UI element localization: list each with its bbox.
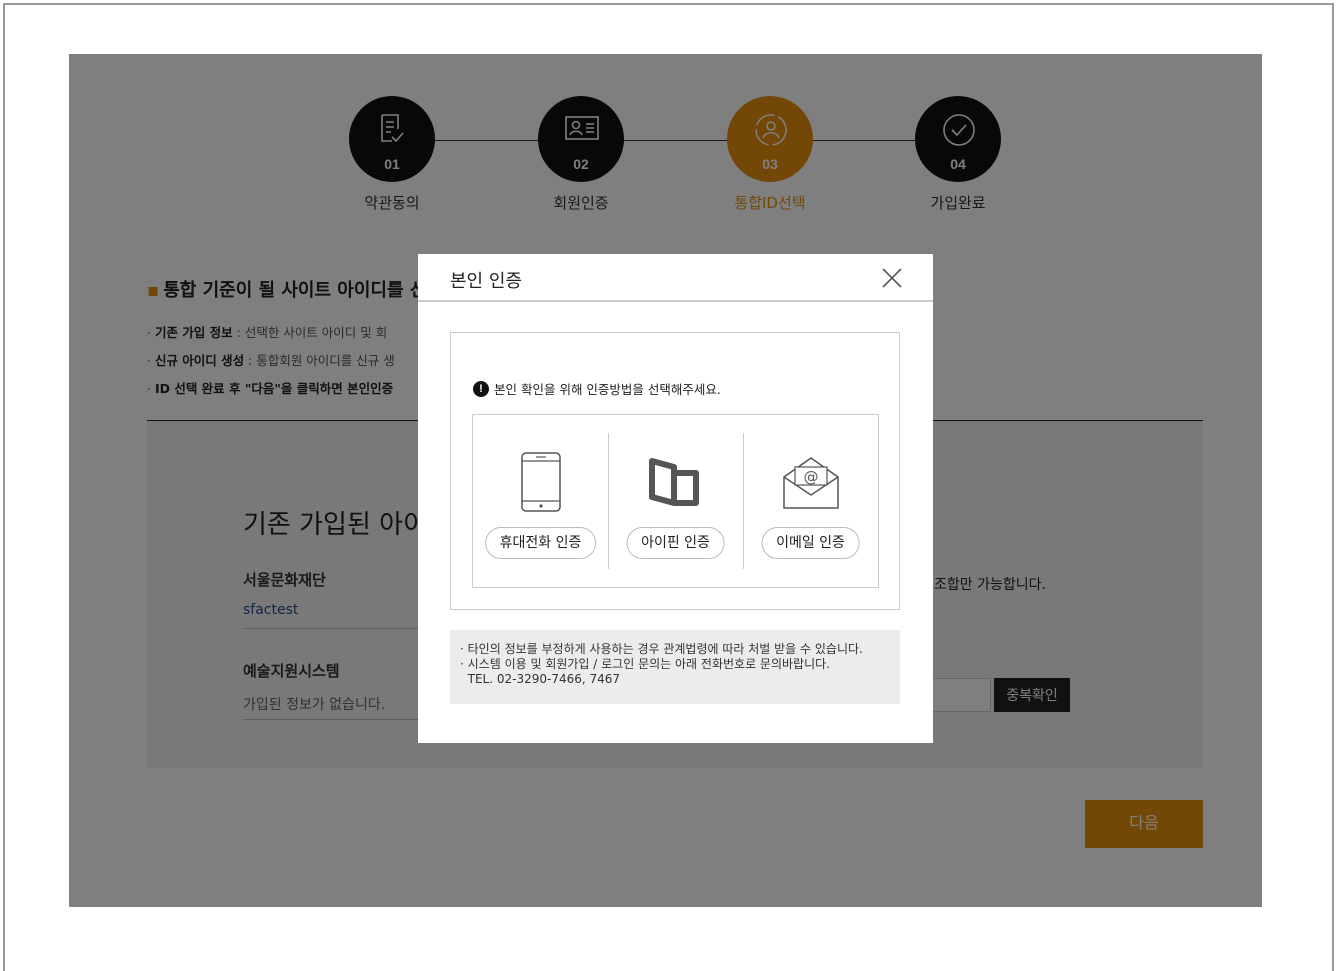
- verification-methods: 휴대전화 인증 아이핀 인증 @ 이메일 인증: [472, 414, 879, 588]
- modal-title: 본인 인증: [450, 271, 522, 292]
- method-phone: 휴대전화 인증: [473, 415, 608, 587]
- phone-auth-button[interactable]: 휴대전화 인증: [484, 527, 597, 559]
- notice-text: 본인 확인을 위해 인증방법을 선택해주세요.: [494, 382, 721, 397]
- mobile-phone-icon: [520, 452, 561, 512]
- email-auth-button[interactable]: 이메일 인증: [761, 527, 860, 559]
- close-icon[interactable]: [881, 267, 903, 289]
- email-envelope-icon: @: [782, 457, 839, 509]
- footer-phone: TEL. 02-3290-7466, 7467: [460, 672, 621, 686]
- identity-verification-modal: 본인 인증 ! 본인 확인을 위해 인증방법을 선택해주세요. 휴대전화 인증 …: [418, 254, 933, 743]
- notice: ! 본인 확인을 위해 인증방법을 선택해주세요.: [473, 379, 721, 398]
- ipin-auth-button[interactable]: 아이핀 인증: [626, 527, 725, 559]
- verification-panel: ! 본인 확인을 위해 인증방법을 선택해주세요. 휴대전화 인증 아이핀 인증…: [450, 332, 900, 610]
- exclamation-icon: !: [473, 380, 489, 397]
- method-email: @ 이메일 인증: [743, 415, 878, 587]
- modal-footer-notes: · 타인의 정보를 부정하게 사용하는 경우 관계법령에 따라 처벌 받을 수 …: [450, 630, 900, 704]
- method-ipin: 아이핀 인증: [608, 415, 743, 587]
- footer-line: · 타인의 정보를 부정하게 사용하는 경우 관계법령에 따라 처벌 받을 수 …: [460, 642, 863, 656]
- footer-line: · 시스템 이용 및 회원가입 / 로그인 문의는 아래 전화번호로 문의바랍니…: [460, 657, 830, 671]
- ipin-icon: [648, 458, 699, 506]
- svg-text:@: @: [803, 468, 818, 486]
- modal-header: 본인 인증: [418, 254, 933, 302]
